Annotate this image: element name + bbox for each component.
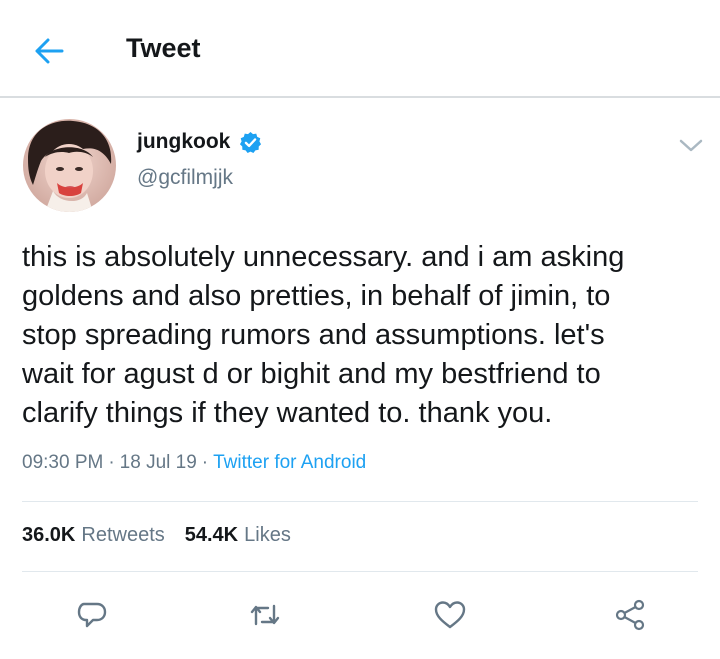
retweets-label: Retweets: [81, 524, 165, 546]
tweet-date: 18 Jul 19: [119, 452, 197, 473]
tweet-text: this is absolutely unnecessary. and i am…: [22, 241, 625, 429]
tweet-time: 09:30 PM: [22, 452, 104, 473]
author-handle[interactable]: @gcfilmjjk: [137, 166, 233, 190]
meta-separator: ·: [201, 452, 209, 473]
like-button[interactable]: [430, 595, 470, 635]
avatar[interactable]: [23, 119, 116, 212]
chevron-down-icon[interactable]: [676, 136, 706, 156]
share-button[interactable]: [610, 595, 650, 635]
reply-icon: [77, 602, 107, 628]
back-arrow-icon: [35, 38, 64, 64]
retweets-count: 36.0K: [22, 524, 76, 546]
verified-badge-icon: [240, 131, 262, 153]
display-name[interactable]: jungkook: [137, 130, 230, 154]
divider: [22, 571, 698, 572]
reply-button[interactable]: [72, 595, 112, 635]
back-button[interactable]: [24, 28, 74, 74]
page-title: Tweet: [126, 33, 201, 63]
share-icon: [615, 599, 645, 631]
likes-stat[interactable]: 54.4K Likes: [185, 524, 291, 547]
retweets-stat[interactable]: 36.0K Retweets: [22, 524, 165, 547]
top-bar: Tweet: [0, 0, 720, 98]
likes-count: 54.4K: [184, 524, 239, 546]
author-row: jungkook: [137, 130, 262, 154]
tweet-source-link[interactable]: Twitter for Android: [213, 452, 366, 474]
like-icon: [434, 601, 466, 629]
tweet-actions: [0, 587, 720, 637]
tweet-meta: 09:30 PM · 18 Jul 19 · Twitter for Andro…: [22, 452, 366, 474]
divider: [22, 501, 698, 502]
retweet-button[interactable]: [245, 595, 285, 635]
retweet-icon: [250, 604, 280, 626]
likes-label: Likes: [244, 524, 291, 546]
meta-separator: ·: [108, 452, 115, 473]
tweet-stats: 36.0K Retweets 54.4K Likes: [22, 524, 291, 547]
